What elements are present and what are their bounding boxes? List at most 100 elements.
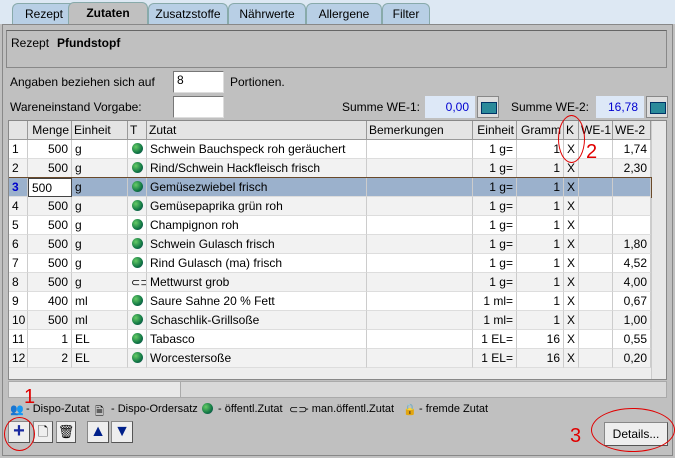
cell-einheit-factor[interactable]: 1 g= bbox=[473, 140, 517, 159]
cell-we1[interactable] bbox=[579, 178, 613, 197]
cell-k[interactable]: X bbox=[564, 235, 579, 254]
tab-rezept[interactable]: Rezept bbox=[12, 3, 76, 24]
cell-bemerkungen[interactable] bbox=[367, 349, 473, 368]
column-header-gramm[interactable]: Gramm bbox=[517, 121, 564, 140]
column-header-bemerkungen[interactable]: Bemerkungen bbox=[367, 121, 473, 140]
table-row[interactable]: 2 500 g Rind/Schwein Hackfleisch frisch 1 g=… bbox=[9, 159, 651, 178]
new-button[interactable]: 🗋 bbox=[33, 421, 53, 443]
table-row[interactable]: 12 2 EL Worcestersoße 1 EL= 16 X 0,20 bbox=[9, 349, 651, 368]
portions-input[interactable]: 8 bbox=[173, 71, 224, 93]
cell-menge[interactable]: 1 bbox=[28, 330, 72, 349]
wareneinstand-input[interactable] bbox=[173, 96, 224, 118]
cell-menge[interactable]: 500 bbox=[28, 159, 72, 178]
cell-bemerkungen[interactable] bbox=[367, 235, 473, 254]
column-header-einheit-factor[interactable]: Einheit bbox=[473, 121, 517, 140]
cell-gramm[interactable]: 1 bbox=[517, 235, 564, 254]
cell-we2[interactable]: 0,20 bbox=[613, 349, 651, 368]
move-up-button[interactable]: ▲ bbox=[87, 421, 109, 443]
cell-we2[interactable]: 4,00 bbox=[613, 273, 651, 292]
cell-we2[interactable] bbox=[613, 197, 651, 216]
cell-zutat[interactable]: Schwein Bauchspeck roh geräuchert bbox=[147, 140, 367, 159]
cell-gramm[interactable]: 1 bbox=[517, 216, 564, 235]
menge-edit-input[interactable]: 500 bbox=[28, 178, 72, 197]
cell-we2[interactable]: 0,55 bbox=[613, 330, 651, 349]
cell-k[interactable]: X bbox=[564, 216, 579, 235]
cell-menge[interactable]: 500 bbox=[28, 140, 72, 159]
cell-einheit[interactable]: g bbox=[72, 216, 128, 235]
cell-zutat[interactable]: Gemüsepaprika grün roh bbox=[147, 197, 367, 216]
cell-we2[interactable] bbox=[613, 216, 651, 235]
cell-menge[interactable]: 500 bbox=[28, 235, 72, 254]
cell-einheit[interactable]: EL bbox=[72, 349, 128, 368]
cell-bemerkungen[interactable] bbox=[367, 254, 473, 273]
cell-zutat[interactable]: Schwein Gulasch frisch bbox=[147, 235, 367, 254]
cell-we2[interactable]: 1,74 bbox=[613, 140, 651, 159]
tab-zutaten[interactable]: Zutaten bbox=[68, 2, 148, 25]
cell-einheit[interactable]: g bbox=[72, 254, 128, 273]
cell-gramm[interactable]: 16 bbox=[517, 349, 564, 368]
table-row[interactable]: 9 400 ml Saure Sahne 20 % Fett 1 ml= 1 X 0,67 bbox=[9, 292, 651, 311]
globe-icon[interactable] bbox=[128, 178, 147, 197]
cell-einheit[interactable]: g bbox=[72, 178, 128, 197]
cell-einheit-factor[interactable]: 1 g= bbox=[473, 235, 517, 254]
globe-icon[interactable] bbox=[128, 140, 147, 159]
cell-bemerkungen[interactable] bbox=[367, 159, 473, 178]
cell-we1[interactable] bbox=[579, 349, 613, 368]
cell-einheit-factor[interactable]: 1 EL= bbox=[473, 330, 517, 349]
cell-menge[interactable]: 500 bbox=[28, 254, 72, 273]
cell-k[interactable]: X bbox=[564, 273, 579, 292]
cell-einheit-factor[interactable]: 1 g= bbox=[473, 159, 517, 178]
cell-menge[interactable]: 2 bbox=[28, 349, 72, 368]
cell-k[interactable]: X bbox=[564, 254, 579, 273]
cell-gramm[interactable]: 1 bbox=[517, 140, 564, 159]
calculator-we2-button[interactable] bbox=[646, 96, 668, 118]
cell-gramm[interactable]: 1 bbox=[517, 197, 564, 216]
globe-icon[interactable] bbox=[128, 235, 147, 254]
cell-gramm[interactable]: 1 bbox=[517, 159, 564, 178]
cell-einheit-factor[interactable]: 1 EL= bbox=[473, 349, 517, 368]
cell-bemerkungen[interactable] bbox=[367, 216, 473, 235]
globe-icon[interactable] bbox=[128, 292, 147, 311]
cell-einheit[interactable]: ml bbox=[72, 311, 128, 330]
cell-bemerkungen[interactable] bbox=[367, 273, 473, 292]
cell-we1[interactable] bbox=[579, 330, 613, 349]
cell-einheit[interactable]: ml bbox=[72, 292, 128, 311]
cell-k[interactable]: X bbox=[564, 311, 579, 330]
cell-einheit-factor[interactable]: 1 g= bbox=[473, 197, 517, 216]
globe-icon[interactable] bbox=[128, 311, 147, 330]
column-header-row-number[interactable] bbox=[9, 121, 28, 140]
tab-nhrwerte[interactable]: Nährwerte bbox=[228, 3, 306, 24]
cell-einheit-factor[interactable]: 1 ml= bbox=[473, 292, 517, 311]
column-header-type[interactable]: T bbox=[128, 121, 147, 140]
table-row[interactable]: 8500g⊂⊃Mettwurst grob 1 g=1X 4,00 bbox=[9, 273, 651, 292]
table-row[interactable]: 7 500 g Rind Gulasch (ma) frisch 1 g= 1 X 4,52 bbox=[9, 254, 651, 273]
cell-menge[interactable]: 500 bbox=[28, 197, 72, 216]
cell-bemerkungen[interactable] bbox=[367, 292, 473, 311]
table-row[interactable]: 4 500 g Gemüsepaprika grün roh 1 g= 1 X bbox=[9, 197, 651, 216]
tab-zusatzstoffe[interactable]: Zusatzstoffe bbox=[148, 3, 228, 24]
cell-einheit[interactable]: g bbox=[72, 235, 128, 254]
cell-einheit[interactable]: EL bbox=[72, 330, 128, 349]
tab-filter[interactable]: Filter bbox=[382, 3, 430, 24]
cell-we2[interactable]: 1,80 bbox=[613, 235, 651, 254]
horizontal-scrollbar[interactable] bbox=[8, 381, 667, 398]
cell-we1[interactable] bbox=[579, 292, 613, 311]
cell-zutat[interactable]: Worcestersoße bbox=[147, 349, 367, 368]
cell-bemerkungen[interactable] bbox=[367, 311, 473, 330]
cell-menge[interactable]: 500 bbox=[28, 216, 72, 235]
column-header-zutat[interactable]: Zutat bbox=[147, 121, 367, 140]
cell-gramm[interactable]: 16 bbox=[517, 330, 564, 349]
cell-menge[interactable]: 500 bbox=[28, 273, 72, 292]
cell-k[interactable]: X bbox=[564, 178, 579, 197]
cell-we2[interactable]: 4,52 bbox=[613, 254, 651, 273]
cell-einheit-factor[interactable]: 1 g= bbox=[473, 254, 517, 273]
cell-bemerkungen[interactable] bbox=[367, 140, 473, 159]
cell-einheit[interactable]: g bbox=[72, 273, 128, 292]
cell-we1[interactable] bbox=[579, 254, 613, 273]
cell-zutat[interactable]: Mettwurst grob bbox=[147, 273, 367, 292]
cell-we2[interactable]: 2,30 bbox=[613, 159, 651, 178]
cell-einheit[interactable]: g bbox=[72, 159, 128, 178]
cell-we2[interactable] bbox=[613, 178, 651, 197]
cell-zutat[interactable]: Tabasco bbox=[147, 330, 367, 349]
globe-icon[interactable] bbox=[128, 330, 147, 349]
